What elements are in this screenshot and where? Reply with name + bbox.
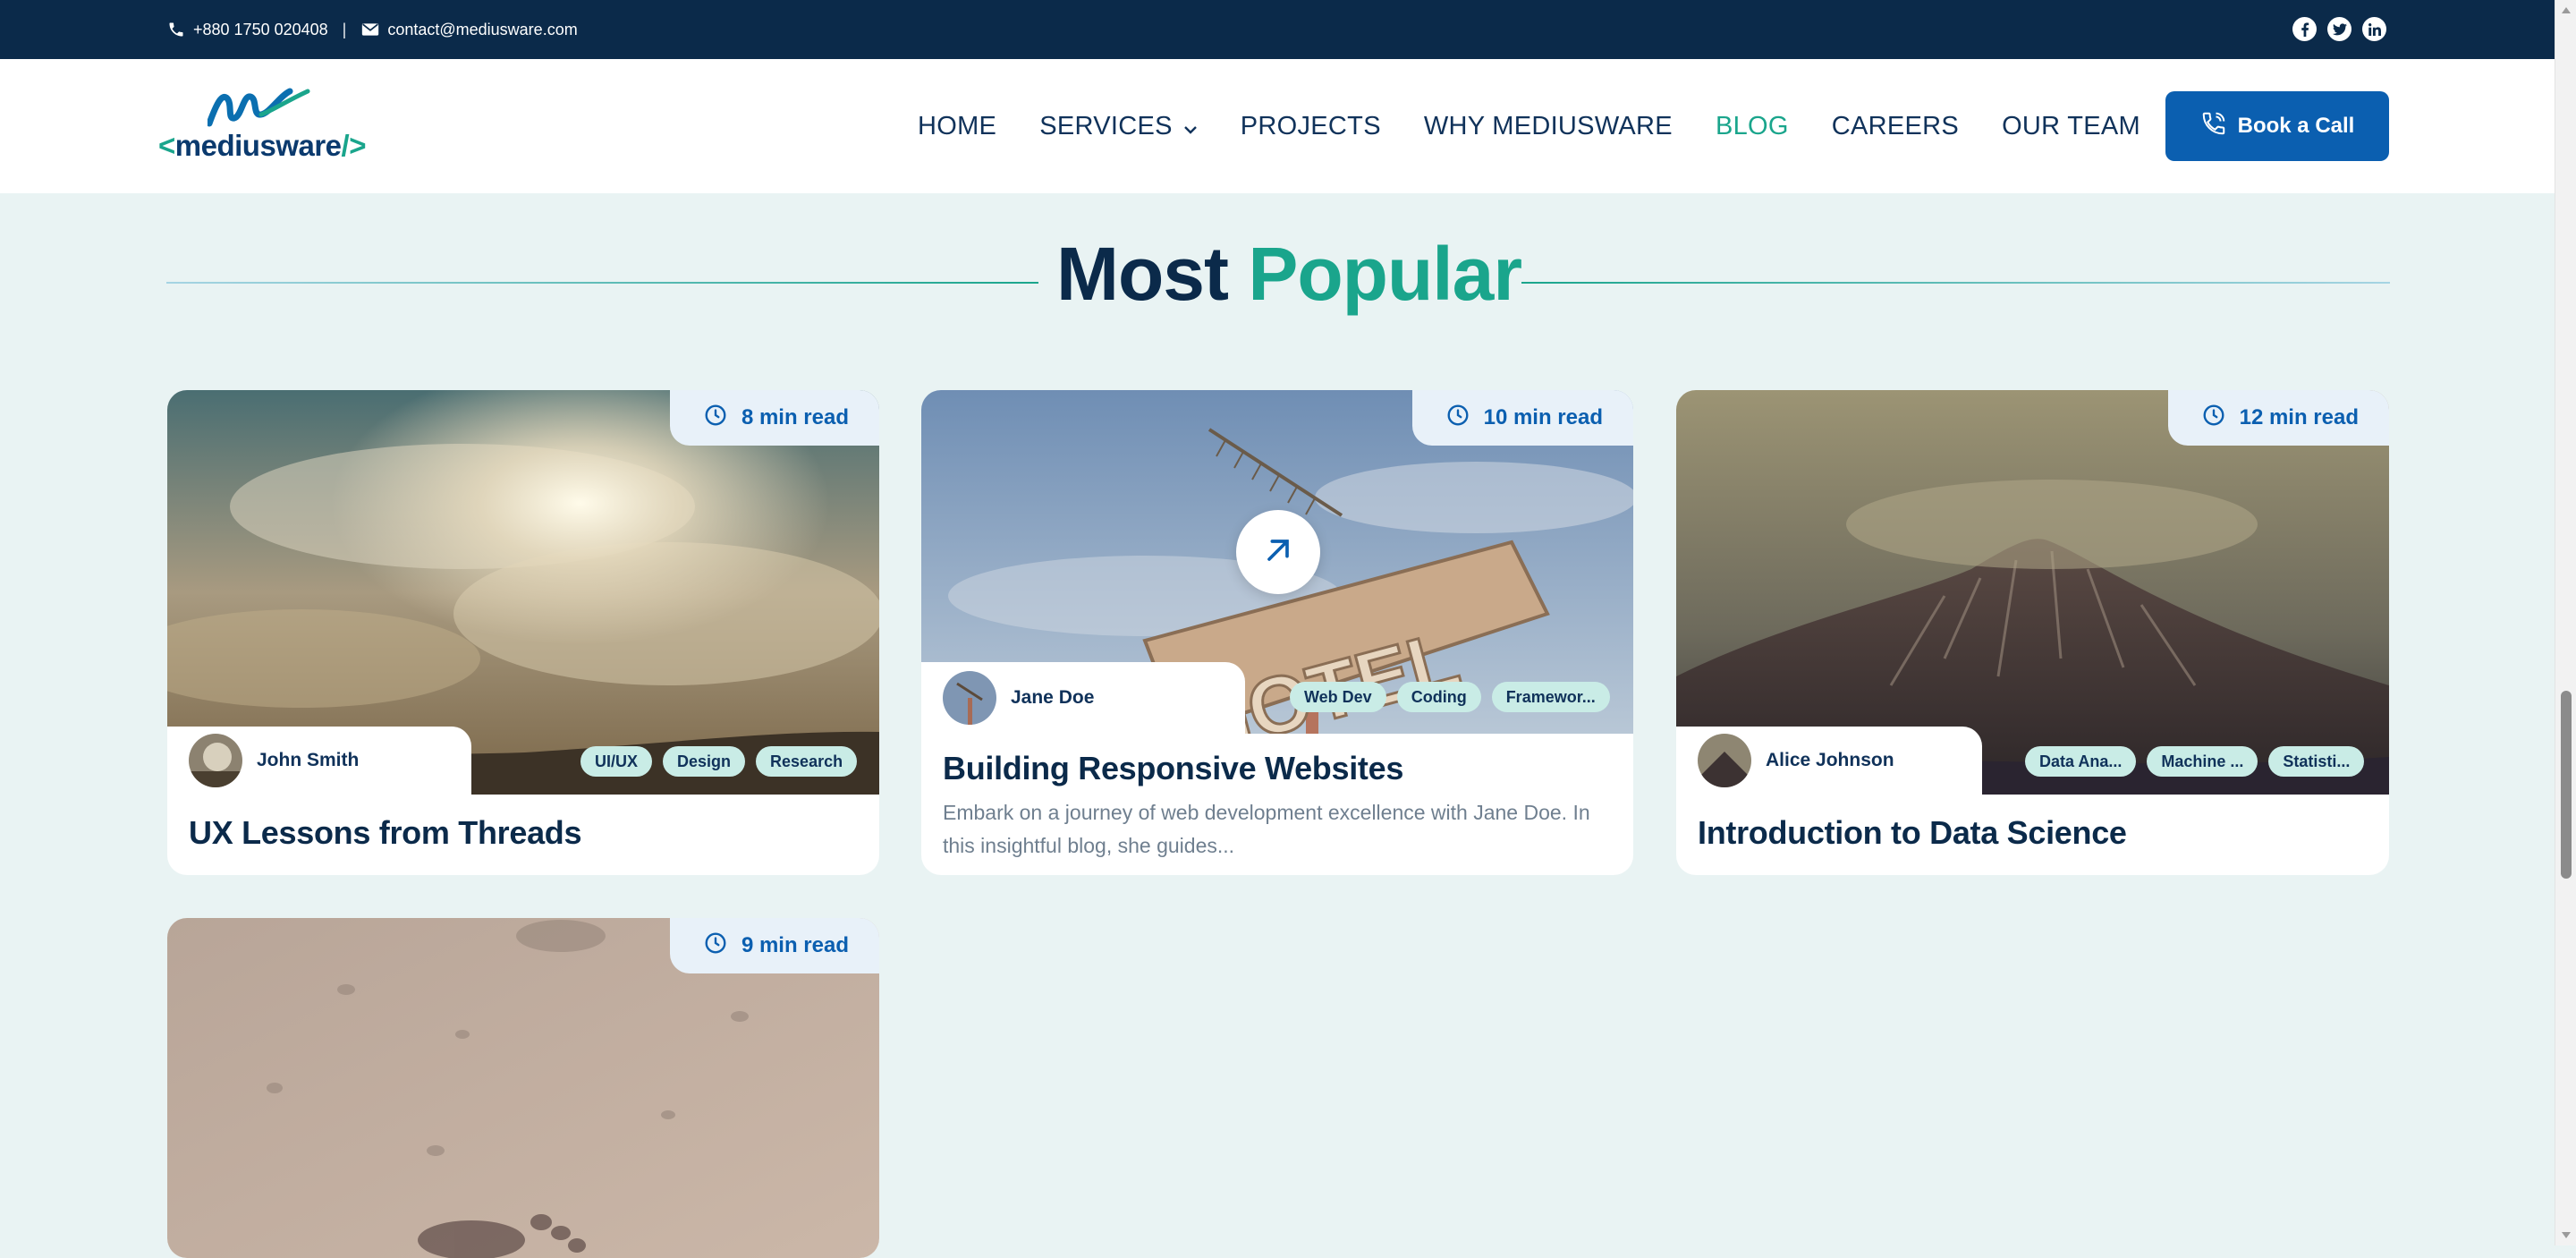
tag-list: Data Ana... Machine ... Statisti... (2025, 746, 2365, 777)
facebook-icon[interactable] (2292, 17, 2317, 41)
read-time-badge: 8 min read (669, 390, 879, 446)
tag-list: Web Dev Coding Framewor... (1290, 682, 1610, 712)
blog-card[interactable]: 8 min read John Smith UI/UX Design Resea… (167, 390, 879, 875)
nav-item-services[interactable]: SERVICES (1039, 112, 1198, 141)
logo-text: mediusware (174, 129, 342, 162)
avatar (189, 734, 242, 787)
tag-chip[interactable]: Framewor... (1491, 682, 1610, 712)
nav-item-label: CAREERS (1831, 111, 1960, 140)
nav-item-label: SERVICES (1039, 111, 1173, 140)
email-address[interactable]: contact@mediusware.com (387, 21, 577, 39)
twitter-icon[interactable] (2327, 17, 2351, 41)
phone-number[interactable]: +880 1750 020408 (193, 21, 328, 39)
mediusware-logo[interactable]: <mediusware/> (158, 86, 382, 171)
tag-chip[interactable]: Statisti... (2268, 746, 2365, 777)
page-scrollbar[interactable] (2555, 0, 2576, 1245)
nav-item-label: BLOG (1715, 111, 1789, 140)
logo-wordmark: <mediusware/> (158, 129, 366, 163)
scroll-down-arrow-icon[interactable] (2562, 1232, 2571, 1238)
author-name: Alice Johnson (1766, 750, 1894, 770)
nav-item-projects[interactable]: PROJECTS (1241, 112, 1381, 141)
linkedin-icon[interactable] (2362, 17, 2386, 41)
tag-chip[interactable]: Web Dev (1290, 682, 1386, 712)
chevron-down-icon (1183, 112, 1198, 141)
scrollbar-thumb[interactable] (2561, 691, 2572, 879)
read-time-badge: 12 min read (2167, 390, 2389, 446)
book-a-call-button[interactable]: Book a Call (2165, 91, 2389, 161)
read-time-text: 10 min read (1483, 405, 1603, 429)
logo-bracket-close: /> (341, 129, 367, 162)
clock-icon (704, 931, 727, 961)
card-title[interactable]: Building Responsive Websites (943, 750, 1403, 787)
blog-card[interactable]: 9 min read (167, 918, 879, 1258)
nav-item-home[interactable]: HOME (918, 112, 996, 141)
scroll-up-arrow-icon[interactable] (2562, 7, 2571, 13)
tag-chip[interactable]: UI/UX (580, 746, 653, 777)
read-time-badge: 10 min read (1411, 390, 1633, 446)
nav-item-our-team[interactable]: OUR TEAM (2002, 112, 2140, 141)
phone-call-icon (2200, 110, 2227, 143)
tag-chip[interactable]: Machine ... (2147, 746, 2258, 777)
social-links (2292, 17, 2386, 41)
contact-info: +880 1750 020408 | contact@mediusware.co… (166, 0, 578, 59)
author-badge: Alice Johnson (1676, 727, 1982, 795)
card-title[interactable]: Introduction to Data Science (1698, 814, 2127, 852)
section-title: Most Popular (1056, 231, 1522, 318)
nav-item-label: WHY MEDIUSWARE (1423, 111, 1673, 140)
top-bar: +880 1750 020408 | contact@mediusware.co… (0, 0, 2555, 59)
section-heading: Most Popular (166, 231, 2390, 329)
contact-separator: | (342, 20, 347, 38)
section-title-part2: Popular (1248, 232, 1522, 316)
author-badge: Jane Doe (921, 662, 1245, 734)
blog-card[interactable]: MOTEL Jane Doe Web Dev Coding Framewor..… (921, 390, 1633, 875)
nav-item-label: OUR TEAM (2002, 111, 2140, 140)
read-time-text: 12 min read (2239, 405, 2359, 429)
open-article-button[interactable] (1236, 510, 1320, 594)
avatar (1698, 734, 1751, 787)
arrow-up-right-icon (1260, 532, 1296, 573)
clock-icon (704, 404, 727, 433)
primary-nav: HOME SERVICES PROJECTS WHY MEDIUSWARE BL… (918, 59, 2183, 193)
author-name: John Smith (257, 750, 360, 770)
main-navbar: <mediusware/> HOME SERVICES PROJECTS WHY… (0, 59, 2555, 193)
heading-divider-left (166, 282, 1038, 284)
tag-list: UI/UX Design Research (580, 746, 858, 777)
read-time-badge: 9 min read (669, 918, 879, 973)
clock-icon (1446, 404, 1470, 433)
nav-item-blog[interactable]: BLOG (1716, 112, 1789, 141)
logo-mark-icon (208, 88, 310, 127)
nav-item-why-mediusware[interactable]: WHY MEDIUSWARE (1424, 112, 1673, 141)
card-excerpt: Embark on a journey of web development e… (943, 801, 1590, 857)
logo-bracket-open: < (158, 129, 175, 162)
tag-chip[interactable]: Coding (1396, 682, 1481, 712)
section-title-part1: Most (1056, 232, 1229, 316)
author-name: Jane Doe (1011, 687, 1095, 708)
nav-item-careers[interactable]: CAREERS (1832, 112, 1959, 141)
nav-item-label: HOME (918, 111, 997, 140)
nav-item-label: PROJECTS (1240, 111, 1381, 140)
tag-chip[interactable]: Design (663, 746, 746, 777)
author-badge: John Smith (167, 727, 471, 795)
avatar (943, 671, 996, 725)
phone-icon (166, 20, 186, 39)
tag-chip[interactable]: Research (756, 746, 858, 777)
tag-chip[interactable]: Data Ana... (2025, 746, 2137, 777)
book-a-call-label: Book a Call (2237, 114, 2355, 138)
heading-divider-right (1521, 282, 2390, 284)
card-title[interactable]: UX Lessons from Threads (189, 814, 582, 852)
read-time-text: 9 min read (741, 933, 849, 957)
blog-card[interactable]: 12 min read Alice Johnson Data Ana... Ma… (1676, 390, 2389, 875)
read-time-text: 8 min read (741, 405, 849, 429)
clock-icon (2202, 404, 2225, 433)
mail-icon (360, 20, 380, 39)
